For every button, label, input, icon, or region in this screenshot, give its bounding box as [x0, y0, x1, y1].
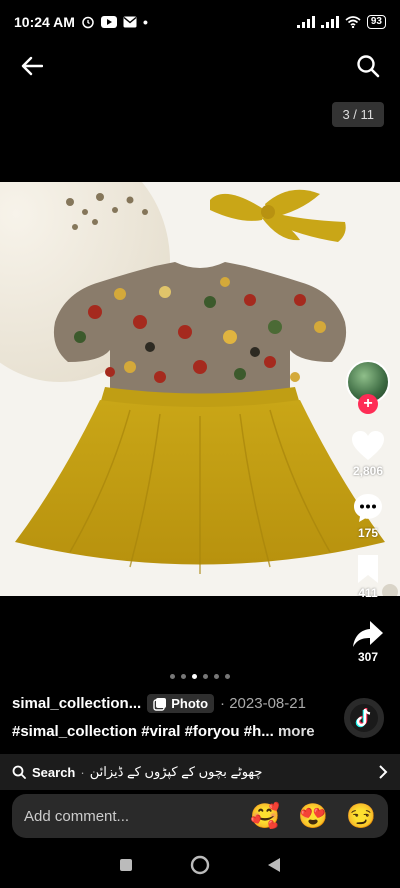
back-arrow-icon[interactable] — [18, 52, 46, 80]
battery-indicator: 93 — [366, 15, 386, 29]
save-button[interactable]: 411 — [356, 554, 380, 600]
follow-plus-button[interactable]: + — [358, 394, 378, 414]
post-caption: simal_collection... Photo · 2023-08-21 #… — [12, 694, 342, 740]
creator-username[interactable]: simal_collection... — [12, 695, 141, 712]
signal-icon-2 — [320, 16, 339, 28]
like-count: 2,806 — [352, 464, 384, 478]
carousel-dot[interactable] — [203, 674, 208, 679]
search-suggestion-bar[interactable]: Search · چھوٹے بچوں کے کپڑوں کے ڈیزائن — [0, 754, 400, 790]
emoji-heart-eyes[interactable]: 😍 — [298, 802, 328, 831]
search-separator: · — [80, 764, 85, 780]
share-button[interactable]: 307 — [352, 620, 384, 664]
alarm-icon — [81, 15, 95, 29]
emoji-smiling-hearts[interactable]: 🥰 — [250, 802, 280, 831]
status-time: 10:24 AM — [14, 14, 75, 30]
carousel-dot[interactable] — [170, 674, 175, 679]
post-photo[interactable] — [0, 182, 400, 596]
home-icon[interactable] — [190, 855, 210, 880]
youtube-icon — [100, 16, 117, 28]
carousel-dots — [0, 674, 400, 679]
carousel-dot[interactable] — [225, 674, 230, 679]
comment-placeholder: Add comment... — [24, 807, 130, 825]
back-triangle-icon[interactable] — [267, 857, 281, 878]
like-button[interactable]: 2,806 — [351, 430, 385, 478]
hashtags[interactable]: #simal_collection #viral #foryou #h... — [12, 723, 274, 740]
creator-avatar-wrap[interactable]: + — [346, 360, 390, 414]
carousel-dot[interactable] — [181, 674, 186, 679]
bookmark-icon — [358, 555, 378, 583]
comment-count: 175 — [357, 526, 379, 540]
recents-icon[interactable] — [119, 858, 133, 877]
photo-stack-icon — [153, 697, 167, 711]
comment-input[interactable]: Add comment... 🥰 😍 😏 — [12, 794, 388, 838]
more-dots-icon: • — [142, 14, 148, 30]
photo-type-badge: Photo — [147, 694, 215, 713]
share-count: 307 — [357, 650, 379, 664]
emoji-smirk[interactable]: 😏 — [346, 802, 376, 831]
chevron-right-icon — [379, 765, 388, 779]
comment-bubble-icon — [354, 494, 382, 522]
carousel-dot[interactable] — [214, 674, 219, 679]
comment-button[interactable]: 175 — [352, 492, 384, 540]
engagement-rail: + 2,806 175 411 307 — [344, 360, 392, 678]
save-count: 411 — [358, 586, 378, 600]
photo-page-counter: 3 / 11 — [332, 102, 384, 127]
heart-icon — [352, 431, 384, 460]
post-date: · 2023-08-21 — [220, 695, 306, 712]
search-icon — [12, 765, 26, 779]
search-query: چھوٹے بچوں کے کپڑوں کے ڈیزائن — [89, 764, 263, 779]
system-nav-bar — [0, 846, 400, 888]
search-label: Search — [32, 764, 76, 780]
photo-badge-label: Photo — [171, 696, 209, 711]
status-bar: 10:24 AM • 93 — [0, 0, 400, 44]
tiktok-logo-icon — [355, 708, 371, 728]
sound-disc[interactable] — [344, 698, 384, 738]
more-link[interactable]: more — [278, 723, 315, 740]
top-nav — [0, 44, 400, 88]
share-arrow-icon — [353, 621, 383, 647]
wifi-icon — [345, 16, 361, 28]
search-icon[interactable] — [354, 52, 382, 80]
mail-icon — [123, 16, 137, 28]
carousel-dot-active[interactable] — [192, 674, 197, 679]
signal-icon — [296, 16, 315, 28]
